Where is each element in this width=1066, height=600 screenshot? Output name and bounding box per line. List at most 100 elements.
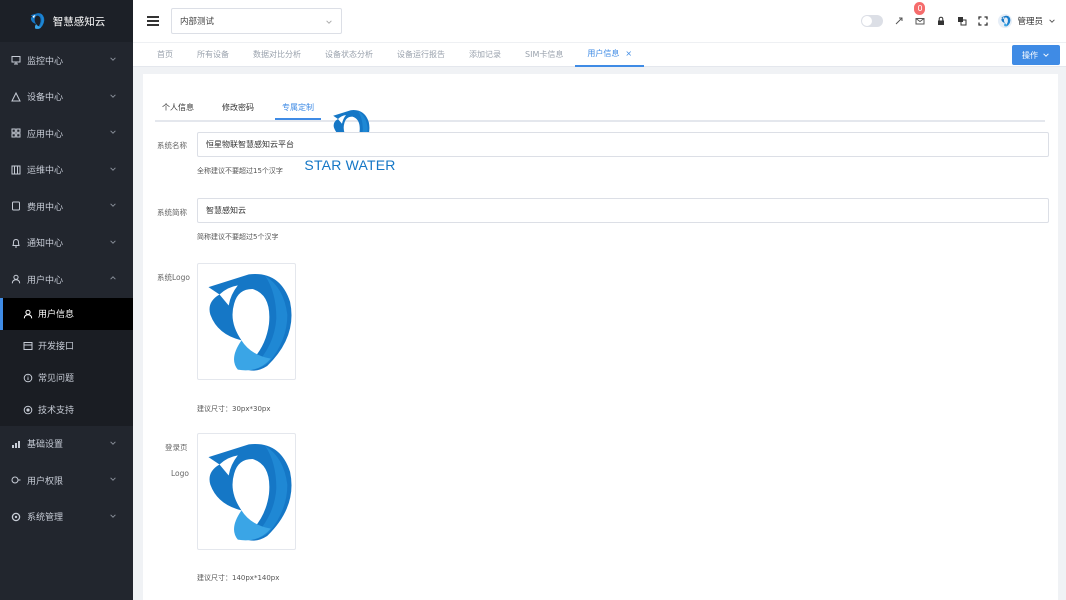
sidebar-item-monitor[interactable]: 监控中心 [0, 42, 133, 79]
system-name-value: 恒星物联智慧感知云平台 [206, 140, 294, 149]
tab-home[interactable]: 首页 [145, 43, 185, 67]
chevron-down-icon [109, 439, 117, 447]
chevron-down-icon [1048, 17, 1056, 25]
brand-mark-text: STAR WATER [304, 157, 396, 173]
profile-card: 个人信息 修改密码 专属定制 STAR WATER 系统名称 恒星物联智慧感知云… [143, 74, 1058, 600]
sidebar-item-label: 监控中心 [27, 56, 64, 67]
system-logo-hint: 建议尺寸：30px*30px [197, 405, 271, 413]
tab-label: SIM卡信息 [525, 50, 564, 59]
page-tabs: 首页 所有设备 数据对比分析 设备状态分析 设备运行报告 添加记录 SIM卡信息… [133, 42, 1066, 67]
sidebar-item-notify[interactable]: 通知中心 [0, 225, 133, 262]
tab-personal-info[interactable]: 个人信息 [155, 102, 201, 120]
settings-icon [10, 438, 22, 450]
permission-icon [10, 474, 22, 486]
brand-logo-icon [28, 12, 46, 30]
api-icon [22, 340, 33, 351]
sidebar-item-permission[interactable]: 用户权限 [0, 462, 133, 499]
sidebar-item-billing[interactable]: 费用中心 [0, 188, 133, 225]
sidebar-item-label: 用户权限 [27, 476, 64, 487]
sidebar-item-ops[interactable]: 运维中心 [0, 152, 133, 189]
apps-icon [10, 127, 22, 139]
sidebar-item-system[interactable]: 系统管理 [0, 499, 133, 536]
login-logo-label: 登录页 [165, 443, 188, 452]
sidebar-item-label: 设备中心 [27, 93, 64, 104]
system-short-value: 智慧感知云 [206, 206, 246, 215]
close-icon[interactable]: × [625, 49, 632, 58]
operations-label: 操作 [1022, 50, 1038, 60]
system-name-input[interactable]: 恒星物联智慧感知云平台 [197, 132, 1049, 157]
link-icon[interactable] [893, 16, 904, 27]
theme-toggle[interactable] [861, 15, 884, 27]
tab-add-record[interactable]: 添加记录 [457, 43, 513, 67]
sidebar-subitem-support[interactable]: 技术支持 [0, 394, 133, 426]
tab-label: 用户信息 [587, 49, 620, 58]
user-center-submenu: 用户信息 开发接口 常见问题 技术支持 [0, 297, 133, 426]
sidebar-item-device[interactable]: 设备中心 [0, 79, 133, 116]
menu-toggle-icon[interactable] [147, 16, 159, 26]
tab-device-report[interactable]: 设备运行报告 [385, 43, 457, 67]
sidebar-item-label: 基础设置 [27, 440, 64, 451]
chevron-down-icon [109, 475, 117, 483]
system-short-hint: 简称建议不要超过5个汉字 [197, 233, 279, 241]
tab-label: 所有设备 [197, 50, 229, 59]
sidebar-subitem-label: 常见问题 [38, 374, 75, 384]
fullscreen-icon[interactable] [977, 16, 988, 27]
system-short-input[interactable]: 智慧感知云 [197, 198, 1049, 223]
tab-data-compare[interactable]: 数据对比分析 [241, 43, 313, 67]
system-logo-upload[interactable] [197, 263, 296, 380]
lock-icon[interactable] [935, 16, 946, 27]
chevron-down-icon [109, 128, 117, 136]
system-icon [10, 511, 22, 523]
user-icon [10, 273, 22, 285]
sidebar-item-label: 用户中心 [27, 275, 64, 286]
sidebar: 智慧感知云 监控中心 设备中心 应用中心 运维中心 费用中心 通知中心 用户中心 [0, 0, 133, 600]
sidebar-subitem-faq[interactable]: 常见问题 [0, 362, 133, 394]
billing-icon [10, 200, 22, 212]
translate-icon[interactable] [956, 16, 967, 27]
message-icon[interactable]: 0 [914, 1, 926, 27]
tab-change-password[interactable]: 修改密码 [215, 102, 261, 120]
tenant-select-value: 内部测试 [180, 17, 215, 27]
brand-logo-icon [1000, 15, 1011, 27]
support-icon [22, 404, 33, 415]
bell-icon [10, 237, 22, 249]
monitor-icon [10, 54, 22, 66]
info-icon [22, 372, 33, 383]
tab-all-devices[interactable]: 所有设备 [185, 43, 241, 67]
user-name: 管理员 [1017, 17, 1043, 27]
tab-device-status[interactable]: 设备状态分析 [313, 43, 385, 67]
device-icon [10, 91, 22, 103]
system-short-label: 系统简称 [157, 208, 187, 217]
sidebar-item-label: 系统管理 [27, 513, 64, 524]
chevron-down-icon [325, 18, 333, 26]
tab-label: 首页 [157, 50, 173, 59]
login-logo-upload[interactable] [197, 433, 296, 550]
system-logo-label: 系统Logo [157, 273, 190, 282]
login-logo-image-icon [201, 437, 293, 547]
sidebar-item-settings[interactable]: 基础设置 [0, 426, 133, 463]
chevron-down-icon [109, 238, 117, 246]
avatar [998, 14, 1013, 28]
chevron-up-icon [109, 274, 117, 282]
operations-button[interactable]: 操作 [1012, 45, 1060, 65]
system-name-hint: 全称建议不要超过15个汉字 [197, 167, 283, 175]
sidebar-subitem-label: 技术支持 [38, 406, 75, 416]
sidebar-item-user-center[interactable]: 用户中心 [0, 261, 133, 298]
header-actions: 0 管理员 [861, 0, 1056, 42]
login-logo-hint: 建议尺寸：140px*140px [197, 574, 280, 582]
tab-label: 设备状态分析 [325, 50, 373, 59]
ops-icon [10, 164, 22, 176]
user-icon [22, 308, 33, 319]
tab-user-info[interactable]: 用户信息 × [575, 43, 645, 67]
sidebar-item-apps[interactable]: 应用中心 [0, 115, 133, 152]
tab-sim-info[interactable]: SIM卡信息 [513, 43, 575, 67]
sidebar-item-label: 费用中心 [27, 202, 64, 213]
sidebar-subitem-label: 用户信息 [38, 310, 75, 320]
tenant-select[interactable]: 内部测试 [171, 8, 342, 34]
brand[interactable]: 智慧感知云 [0, 0, 133, 42]
sidebar-subitem-dev-api[interactable]: 开发接口 [0, 330, 133, 362]
sidebar-subitem-user-info[interactable]: 用户信息 [0, 297, 133, 330]
chevron-down-icon [109, 512, 117, 520]
user-menu[interactable]: 管理员 [998, 14, 1056, 28]
tab-label: 添加记录 [469, 50, 501, 59]
